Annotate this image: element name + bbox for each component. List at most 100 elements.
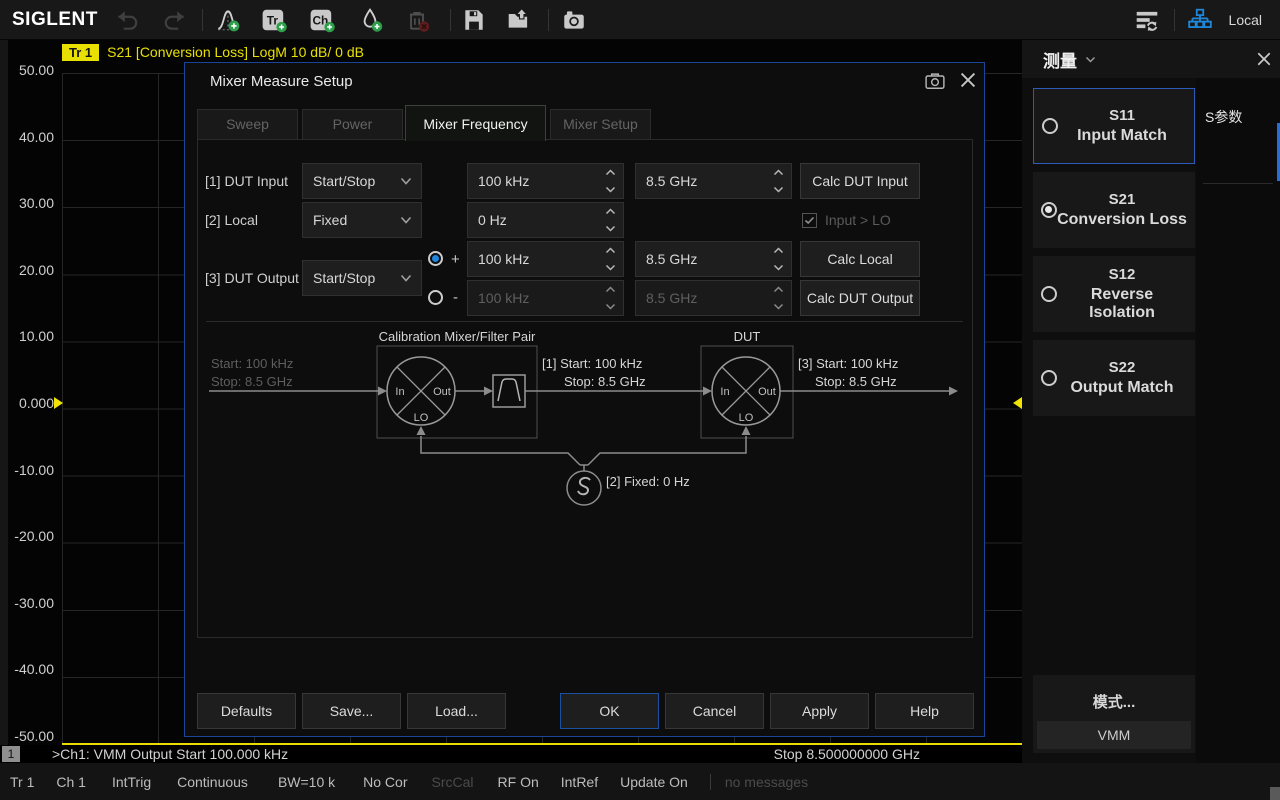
apply-button[interactable]: Apply	[770, 693, 869, 729]
trace-label[interactable]: S21 [Conversion Loss] LogM 10 dB/ 0 dB	[107, 44, 364, 60]
load-button[interactable]: Load...	[407, 693, 506, 729]
defaults-button[interactable]: Defaults	[197, 693, 296, 729]
status-bar-item[interactable]: Continuous	[177, 774, 248, 790]
svg-text:In: In	[395, 386, 404, 398]
status-bar-item[interactable]: IntRef	[561, 774, 598, 790]
status-bar-item[interactable]: RF On	[498, 774, 539, 790]
calc-dut-output-button[interactable]: Calc DUT Output	[800, 280, 920, 316]
network-icon[interactable]	[1187, 7, 1213, 33]
mixer-measure-setup-dialog: Mixer Measure Setup Sweep Power Mixer Fr…	[184, 62, 985, 737]
delete-icon[interactable]	[404, 7, 430, 33]
sum-frequency-radio[interactable]	[428, 251, 443, 266]
mixer-symbol-dut: In Out LO	[711, 356, 781, 426]
y-axis: 50.00 40.00 30.00 20.00 10.00 0.000 -10.00 -20.…	[8, 40, 60, 763]
dut-input-sweep-type-select[interactable]: Start/Stop	[302, 163, 422, 199]
submenu-column: S参数	[1196, 78, 1280, 763]
decrement-button[interactable]	[765, 181, 791, 198]
measure-item-name: Output Match	[1070, 379, 1174, 396]
add-trace-icon[interactable]	[215, 7, 241, 33]
mode-button[interactable]: 模式... VMM	[1033, 675, 1195, 753]
add-tr-window-icon[interactable]: Tr	[261, 7, 287, 33]
status-bar-item[interactable]: Ch 1	[56, 774, 86, 790]
decrement-button[interactable]	[597, 298, 623, 315]
save-icon[interactable]	[461, 7, 487, 33]
menu-title[interactable]: 测量	[1043, 47, 1077, 72]
open-file-icon[interactable]	[506, 7, 532, 33]
add-marker-icon[interactable]	[357, 7, 383, 33]
y-axis-tick: 0.000	[18, 395, 54, 411]
s-parameter-panel-tab[interactable]: S参数	[1205, 107, 1242, 127]
decrement-button[interactable]	[765, 259, 791, 276]
decrement-button[interactable]	[597, 259, 623, 276]
help-button[interactable]: Help	[875, 693, 974, 729]
increment-button[interactable]	[597, 242, 623, 259]
save-button[interactable]: Save...	[302, 693, 401, 729]
calc-dut-input-button[interactable]: Calc DUT Input	[800, 163, 920, 199]
radio-s22[interactable]	[1041, 370, 1057, 386]
tab-mixer-frequency[interactable]: Mixer Frequency	[405, 105, 546, 141]
tab-mixer-setup[interactable]: Mixer Setup	[550, 109, 651, 140]
cancel-button[interactable]: Cancel	[665, 693, 764, 729]
chevron-down-icon[interactable]	[1085, 56, 1096, 63]
redo-icon[interactable]	[162, 7, 188, 33]
form-divider	[206, 321, 963, 322]
dut-input-stop-field[interactable]: 8.5 GHz	[635, 163, 792, 199]
decrement-button[interactable]	[597, 181, 623, 198]
increment-button[interactable]	[597, 164, 623, 181]
screenshot-camera-icon[interactable]	[561, 7, 587, 33]
channel-number-badge: 1	[2, 746, 20, 762]
close-menu-icon[interactable]	[1256, 51, 1272, 67]
increment-button[interactable]	[597, 281, 623, 298]
tab-sweep[interactable]: Sweep	[197, 109, 298, 140]
radio-s21[interactable]	[1041, 202, 1057, 218]
connection-mode-label[interactable]: Local	[1229, 12, 1262, 28]
status-bar-item[interactable]: IntTrig	[112, 774, 151, 790]
status-bar-item[interactable]: No Cor	[363, 774, 407, 790]
if-start-label: [1] Start: 100 kHz	[542, 356, 642, 371]
radio-s12[interactable]	[1041, 286, 1057, 302]
local-fixed-field[interactable]: 0 Hz	[467, 202, 624, 238]
dut-output-minus-stop-field[interactable]: 8.5 GHz	[635, 280, 792, 316]
y-axis-tick: 50.00	[18, 62, 54, 78]
lo-source-symbol	[566, 470, 602, 506]
dialog-close-icon[interactable]	[959, 71, 977, 89]
input-gt-lo-checkbox[interactable]: Input > LO	[802, 212, 891, 228]
increment-button[interactable]	[597, 203, 623, 220]
undo-icon[interactable]	[114, 7, 140, 33]
siglent-logo: SIGLENT	[12, 8, 98, 30]
measure-item-name: Conversion Loss	[1057, 211, 1187, 228]
increment-button[interactable]	[765, 164, 791, 181]
measure-item-s21[interactable]: S21 Conversion Loss	[1033, 172, 1195, 248]
dut-input-start-field[interactable]: 100 kHz	[467, 163, 624, 199]
status-bar-item[interactable]: SrcCal	[432, 774, 474, 790]
ok-button[interactable]: OK	[560, 693, 659, 729]
increment-button[interactable]	[765, 281, 791, 298]
status-bar-divider	[709, 773, 711, 790]
window-layout-icon[interactable]	[1134, 7, 1160, 33]
trace-badge[interactable]: Tr 1	[62, 43, 100, 61]
tab-power[interactable]: Power	[302, 109, 403, 140]
status-bar-item[interactable]: BW=10 k	[278, 774, 335, 790]
local-sweep-type-select[interactable]: Fixed	[302, 202, 422, 238]
decrement-button[interactable]	[597, 220, 623, 237]
measure-item-s12[interactable]: S12 Reverse Isolation	[1033, 256, 1195, 332]
measure-item-s22[interactable]: S22 Output Match	[1033, 340, 1195, 416]
dut-output-sweep-type-select[interactable]: Start/Stop	[302, 260, 422, 296]
status-bar-item[interactable]: Update On	[620, 774, 688, 790]
calc-local-button[interactable]: Calc Local	[800, 241, 920, 277]
status-bar-message: no messages	[724, 773, 809, 790]
difference-frequency-radio[interactable]	[428, 290, 443, 305]
measure-menu-panel: 测量 S参数 S11 Input Match S21 Conversion Lo…	[1022, 40, 1280, 763]
decrement-button[interactable]	[765, 298, 791, 315]
increment-button[interactable]	[765, 242, 791, 259]
add-ch-channel-icon[interactable]: Ch	[309, 7, 335, 33]
chevron-down-icon	[400, 216, 412, 224]
status-bar-item[interactable]: Tr 1	[10, 774, 34, 790]
radio-s11[interactable]	[1042, 118, 1058, 134]
dut-output-plus-start-field[interactable]: 100 kHz	[467, 241, 624, 277]
signal-path-lines	[209, 390, 949, 471]
dut-output-plus-stop-field[interactable]: 8.5 GHz	[635, 241, 792, 277]
measure-item-s11[interactable]: S11 Input Match	[1033, 88, 1195, 164]
dialog-screenshot-icon[interactable]	[925, 71, 945, 91]
dut-output-minus-start-field[interactable]: 100 kHz	[467, 280, 624, 316]
